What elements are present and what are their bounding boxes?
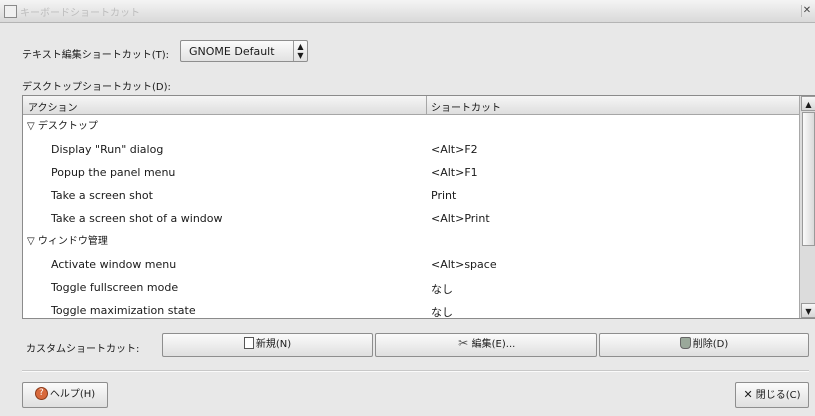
category-label: ▽ ウィンドウ管理 — [27, 236, 108, 247]
title-bar[interactable]: キーボードショートカット ✕ — [0, 0, 815, 23]
shortcut-value: なし — [431, 283, 453, 296]
table-body: ▽ デスクトップ Display "Run" dialog <Alt>F2 Po… — [23, 115, 800, 319]
new-button-label: 新規(N) — [255, 339, 292, 350]
shortcut-value: <Alt>space — [431, 258, 497, 271]
column-header-action[interactable]: アクション — [28, 99, 78, 114]
custom-shortcut-label: カスタムショートカット: — [26, 344, 140, 355]
delete-button-label: 削除(D) — [692, 339, 729, 350]
shortcut-value: <Alt>F2 — [431, 143, 478, 156]
new-document-icon — [243, 337, 254, 349]
column-header-shortcut[interactable]: ショートカット — [431, 99, 501, 114]
trash-icon — [679, 337, 691, 349]
close-x-icon: ✕ — [743, 388, 753, 401]
text-edit-shortcut-select[interactable]: GNOME Default ▲ ▼ — [180, 40, 308, 62]
table-row[interactable]: Take a screen shot of a window <Alt>Prin… — [23, 207, 800, 230]
table-row[interactable]: Display "Run" dialog <Alt>F2 — [23, 138, 800, 161]
shortcut-value: <Alt>F1 — [431, 166, 478, 179]
table-header: アクション ショートカット — [23, 96, 800, 115]
close-button-label: 閉じる(C) — [755, 390, 801, 401]
category-row[interactable]: ▽ デスクトップ — [23, 115, 800, 138]
edit-button[interactable]: ✂ 編集(E)... — [375, 333, 597, 357]
table-row[interactable]: Activate window menu <Alt>space — [23, 253, 800, 276]
help-button[interactable]: ? ヘルプ(H) — [22, 382, 108, 408]
action-label: Activate window menu — [51, 258, 177, 271]
text-edit-label: テキスト編集ショートカット(T): — [22, 50, 169, 61]
action-label: Display "Run" dialog — [51, 143, 164, 156]
column-divider — [426, 96, 427, 114]
action-label: Toggle maximization state — [51, 304, 196, 317]
tools-icon: ✂ — [458, 336, 469, 350]
delete-button[interactable]: 削除(D) — [599, 333, 809, 357]
help-button-label: ヘルプ(H) — [49, 389, 96, 400]
up-down-arrows-icon: ▲ ▼ — [293, 41, 307, 61]
action-label: Take a screen shot — [51, 189, 153, 202]
table-row[interactable]: Toggle fullscreen mode なし — [23, 276, 800, 299]
category-row[interactable]: ▽ ウィンドウ管理 — [23, 230, 800, 253]
text-edit-value: GNOME Default — [189, 45, 275, 58]
desktop-shortcut-label: デスクトップショートカット(D): — [22, 82, 171, 93]
divider — [22, 370, 809, 372]
new-button[interactable]: 新規(N) — [162, 333, 373, 357]
edit-button-label: 編集(E)... — [471, 339, 516, 350]
category-label: ▽ デスクトップ — [27, 121, 98, 132]
table-row[interactable]: Toggle maximization state なし — [23, 299, 800, 319]
shortcut-table[interactable]: アクション ショートカット ▽ デスクトップ Display "Run" dia… — [22, 95, 815, 319]
window-title: キーボードショートカット — [20, 8, 140, 19]
shortcut-value: <Alt>Print — [431, 212, 490, 225]
help-lifebuoy-icon: ? — [34, 386, 48, 400]
action-label: Take a screen shot of a window — [51, 212, 223, 225]
titlebar-close-icon[interactable]: ✕ — [801, 5, 812, 17]
scroll-up-icon[interactable]: ▲ — [801, 96, 815, 111]
scroll-down-icon[interactable]: ▼ — [801, 303, 815, 318]
table-row[interactable]: Popup the panel menu <Alt>F1 — [23, 161, 800, 184]
close-button[interactable]: ✕ 閉じる(C) — [735, 382, 809, 408]
action-label: Toggle fullscreen mode — [51, 281, 179, 294]
shortcut-value: なし — [431, 306, 453, 319]
table-row[interactable]: Take a screen shot Print — [23, 184, 800, 207]
shortcut-value: Print — [431, 189, 457, 202]
vertical-scrollbar[interactable]: ▲ ▼ — [799, 96, 815, 318]
action-label: Popup the panel menu — [51, 166, 176, 179]
window-icon[interactable] — [4, 5, 17, 18]
scroll-thumb[interactable] — [802, 112, 815, 246]
